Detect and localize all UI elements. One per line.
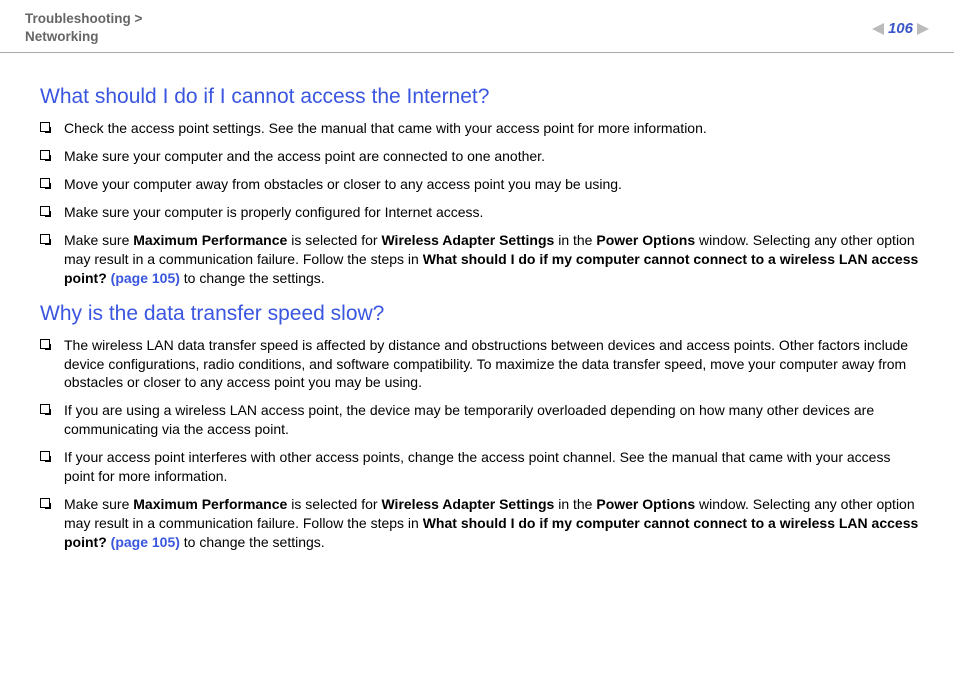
text-run: Wireless Adapter Settings xyxy=(381,496,554,512)
page-content: What should I do if I cannot access the … xyxy=(0,53,954,551)
list-item: If your access point interferes with oth… xyxy=(40,448,922,486)
checkbox-bullet-icon xyxy=(40,498,50,508)
list-item: Check the access point settings. See the… xyxy=(40,119,922,138)
bullet-list: The wireless LAN data transfer speed is … xyxy=(40,336,922,552)
list-item-text: The wireless LAN data transfer speed is … xyxy=(64,336,922,393)
text-run: is selected for xyxy=(287,232,381,248)
text-run: Make sure xyxy=(64,232,133,248)
text-run: Maximum Performance xyxy=(133,232,287,248)
checkbox-bullet-icon xyxy=(40,150,50,160)
list-item-text: If you are using a wireless LAN access p… xyxy=(64,401,922,439)
breadcrumb: Troubleshooting > Networking xyxy=(25,10,142,46)
text-run: Make sure your computer is properly conf… xyxy=(64,204,483,220)
text-run: Power Options xyxy=(596,496,695,512)
list-item-text: Move your computer away from obstacles o… xyxy=(64,175,922,194)
list-item: The wireless LAN data transfer speed is … xyxy=(40,336,922,393)
text-run: The wireless LAN data transfer speed is … xyxy=(64,337,908,391)
list-item: Make sure your computer and the access p… xyxy=(40,147,922,166)
prev-page-icon[interactable] xyxy=(872,23,884,35)
text-run: is selected for xyxy=(287,496,381,512)
text-run: If your access point interferes with oth… xyxy=(64,449,890,484)
list-item-text: If your access point interferes with oth… xyxy=(64,448,922,486)
checkbox-bullet-icon xyxy=(40,404,50,414)
list-item-text: Make sure your computer and the access p… xyxy=(64,147,922,166)
list-item: Make sure your computer is properly conf… xyxy=(40,203,922,222)
text-run: to change the settings. xyxy=(180,534,325,550)
checkbox-bullet-icon xyxy=(40,451,50,461)
pager: 106 xyxy=(872,20,929,37)
list-item: If you are using a wireless LAN access p… xyxy=(40,401,922,439)
text-run: If you are using a wireless LAN access p… xyxy=(64,402,874,437)
text-run: Move your computer away from obstacles o… xyxy=(64,176,622,192)
next-page-icon[interactable] xyxy=(917,23,929,35)
checkbox-bullet-icon xyxy=(40,178,50,188)
list-item: Make sure Maximum Performance is selecte… xyxy=(40,231,922,288)
breadcrumb-line-1: Troubleshooting > xyxy=(25,10,142,28)
page-number: 106 xyxy=(888,20,913,37)
page-reference-link[interactable]: (page 105) xyxy=(111,270,180,286)
text-run: Maximum Performance xyxy=(133,496,287,512)
list-item-text: Make sure your computer is properly conf… xyxy=(64,203,922,222)
list-item-text: Check the access point settings. See the… xyxy=(64,119,922,138)
checkbox-bullet-icon xyxy=(40,339,50,349)
section-heading: What should I do if I cannot access the … xyxy=(40,85,922,109)
text-run: Power Options xyxy=(596,232,695,248)
text-run: Check the access point settings. See the… xyxy=(64,120,707,136)
list-item-text: Make sure Maximum Performance is selecte… xyxy=(64,495,922,552)
list-item: Move your computer away from obstacles o… xyxy=(40,175,922,194)
text-run: Make sure your computer and the access p… xyxy=(64,148,545,164)
page-header: Troubleshooting > Networking 106 xyxy=(0,0,954,53)
checkbox-bullet-icon xyxy=(40,234,50,244)
text-run: in the xyxy=(554,496,596,512)
text-run: to change the settings. xyxy=(180,270,325,286)
section-heading: Why is the data transfer speed slow? xyxy=(40,302,922,326)
text-run: in the xyxy=(554,232,596,248)
list-item: Make sure Maximum Performance is selecte… xyxy=(40,495,922,552)
breadcrumb-line-2: Networking xyxy=(25,28,142,46)
checkbox-bullet-icon xyxy=(40,206,50,216)
checkbox-bullet-icon xyxy=(40,122,50,132)
text-run: Wireless Adapter Settings xyxy=(381,232,554,248)
page-reference-link[interactable]: (page 105) xyxy=(111,534,180,550)
bullet-list: Check the access point settings. See the… xyxy=(40,119,922,287)
list-item-text: Make sure Maximum Performance is selecte… xyxy=(64,231,922,288)
text-run: Make sure xyxy=(64,496,133,512)
